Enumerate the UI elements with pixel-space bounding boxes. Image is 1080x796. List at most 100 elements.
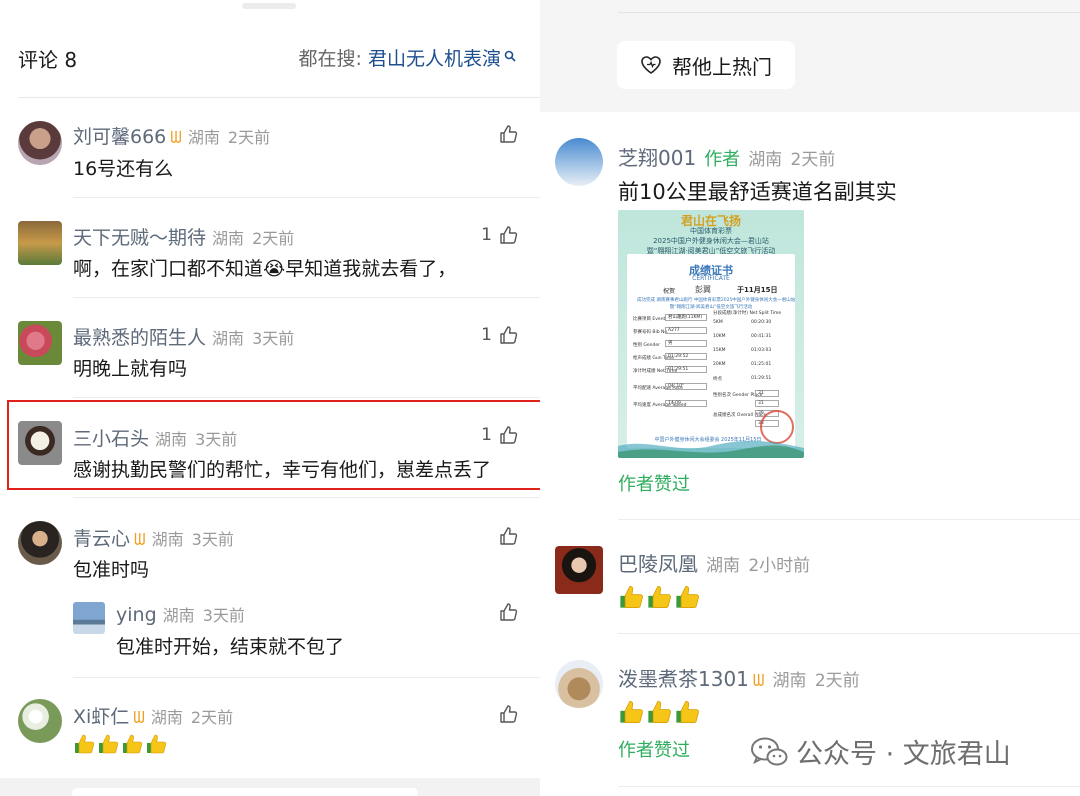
avatar[interactable] [18,321,62,365]
author-tag: 作者 [704,149,741,170]
promote-hot-button[interactable]: 帮他上热门 [617,41,795,89]
thumbs-up-emoji-icon [75,734,95,754]
thumbs-up-emoji-icon [123,734,143,754]
vip-badge-icon: ᗯ [170,128,182,147]
like-count: 1 [481,225,492,245]
avatar[interactable] [555,660,603,708]
cert-completed-line: 成功完成 湖南赛事君山跑行 中国体育彩票2025中国户外健身休闲大会一君山站 [637,298,796,303]
comment-input[interactable] [72,788,418,796]
comments-panel-right: 帮他上热门 芝翔001 作者 湖南 2天前 前10公里最舒适赛道名副其实 君山在飞扬… [540,0,1080,796]
thumbs-up-icon [500,125,518,143]
cert-row-value: 男 [665,340,707,347]
cert-split-value: 01:29:51 [751,376,772,381]
thumbs-emoji-row [618,699,700,725]
comments-panel-left: 评论 8 都在搜: 君山无人机表演 刘可馨666 ᗯ 湖南 2天前 16号还有么 天… [0,0,540,796]
cert-org: 中国体育彩票 [690,227,732,235]
reply-text: 包准时开始，结束就不包了 [116,636,345,658]
cert-row-label: 参赛号码 Bib No. [633,330,669,335]
cert-footer: 中国户外健身休闲大会组委会 2025年11月15日 [654,437,762,443]
comment-divider [73,397,540,398]
cert-name: 彭翼 [695,285,711,294]
comment-text: 前10公里最舒适赛道名副其实 [618,180,897,204]
promote-area: 帮他上热门 [540,0,1080,112]
thumbs-up-emoji-icon [648,701,671,723]
cert-subtitle: CERTIFICATE [692,275,730,282]
cert-congrats: 祝贺 [663,288,676,295]
comment-divider [618,519,1080,520]
comment-author[interactable]: 最熟悉的陌生人 湖南 3天前 [73,323,294,350]
cert-split-label: 15KM [713,348,726,353]
reply-like-button[interactable] [498,602,518,622]
thumbs-up-icon [500,705,518,723]
comment-text: 包准时吗 [73,559,150,581]
thumbs-up-icon [500,527,518,545]
comment-text: 感谢执勤民警们的帮忙，幸亏有他们，崽差点丢了 [73,459,492,481]
cert-split-value: 00:41:31 [751,334,772,339]
like-button[interactable]: 1 [481,325,518,345]
comment-author[interactable]: 巴陵凤凰 湖南 2小时前 [618,548,810,577]
comment-author[interactable]: 天下无贼～期待 湖南 2天前 [73,223,294,250]
thumbs-up-icon [500,426,518,444]
like-button[interactable] [498,526,518,546]
comment-divider [73,497,540,498]
cert-row-label: 性别 Gender [633,343,661,348]
cert-split-label: 终点 [713,377,722,382]
avatar[interactable] [18,421,62,465]
cert-row-value: 14.09 [665,400,707,407]
author-liked-label: 作者赞过 [618,474,690,495]
avatar[interactable] [18,521,62,565]
cert-row-label: 比赛项目 Event [633,317,666,322]
trending-search-link[interactable]: 都在搜: 君山无人机表演 [299,44,516,71]
avatar[interactable] [555,546,603,594]
promote-hot-label: 帮他上热门 [672,54,772,79]
reply-author[interactable]: ying 湖南 3天前 [116,602,245,626]
comment-author[interactable]: Xi虾仁 ᗯ 湖南 2天前 [73,702,233,729]
thumbs-up-emoji-icon [620,701,643,723]
cert-row-value: 君山趣跑(11KM) [665,314,707,321]
comment-divider [73,197,540,198]
avatar[interactable] [555,138,603,186]
heart-boost-icon [641,56,661,74]
drag-handle[interactable] [242,3,296,9]
comments-header: 评论 8 都在搜: 君山无人机表演 [18,40,522,74]
like-button[interactable] [498,704,518,724]
search-icon[interactable] [504,50,516,62]
vip-badge-icon: ᗯ [752,671,765,690]
thumbs-up-icon [500,603,518,621]
like-button[interactable]: 1 [481,425,518,445]
comment-text: 16号还有么 [73,158,174,180]
like-count: 1 [481,325,492,345]
thumbs-up-emoji-icon [676,701,699,723]
comment-text: 啊，在家门口都不知道😭早知道我就去看了， [73,258,457,280]
author-liked-label: 作者赞过 [618,740,690,761]
avatar[interactable] [18,221,62,265]
comment-divider [618,633,1080,634]
wechat-icon [751,737,788,765]
cert-split-label: 5KM [713,320,723,325]
like-button[interactable] [492,124,518,144]
header-divider [18,97,540,98]
trending-search-label: 都在搜: [298,48,368,70]
comment-author[interactable]: 青云心 ᗯ 湖南 3天前 [73,524,234,551]
avatar[interactable] [18,699,62,743]
cert-split-label: 10KM [713,334,726,339]
certificate-image[interactable]: 君山在飞扬 中国体育彩票 2025中国户外健身休闲大会—君山站 暨“翱翔江湖·阅… [618,210,804,458]
cert-place-value: 31 [755,400,779,407]
comment-author[interactable]: 芝翔001 作者 湖南 2天前 [618,142,835,171]
comment-author[interactable]: 刘可馨666 ᗯ 湖南 2天前 [73,122,270,149]
reply-avatar[interactable] [73,602,105,634]
comments-count-title: 评论 8 [18,48,78,72]
cert-split-value: 00:20:30 [751,320,772,325]
thumbs-up-emoji-icon [648,586,671,608]
comment-author[interactable]: 三小石头 湖南 3天前 [73,424,237,451]
watermark-text: 公众号 · 文旅君山 [796,739,1011,770]
cert-event-line: 2025中国户外健身休闲大会—君山站 [653,237,769,245]
comment-divider [73,677,540,678]
like-button[interactable]: 1 [481,225,518,245]
trending-search-query[interactable]: 君山无人机表演 [368,48,501,70]
thumbs-up-emoji-icon [620,586,643,608]
cert-split-value: 01:03:03 [751,348,772,353]
avatar[interactable] [18,121,62,165]
comment-divider [73,297,540,298]
comment-author[interactable]: 泼墨煮茶1301 ᗯ 湖南 2天前 [618,663,860,692]
